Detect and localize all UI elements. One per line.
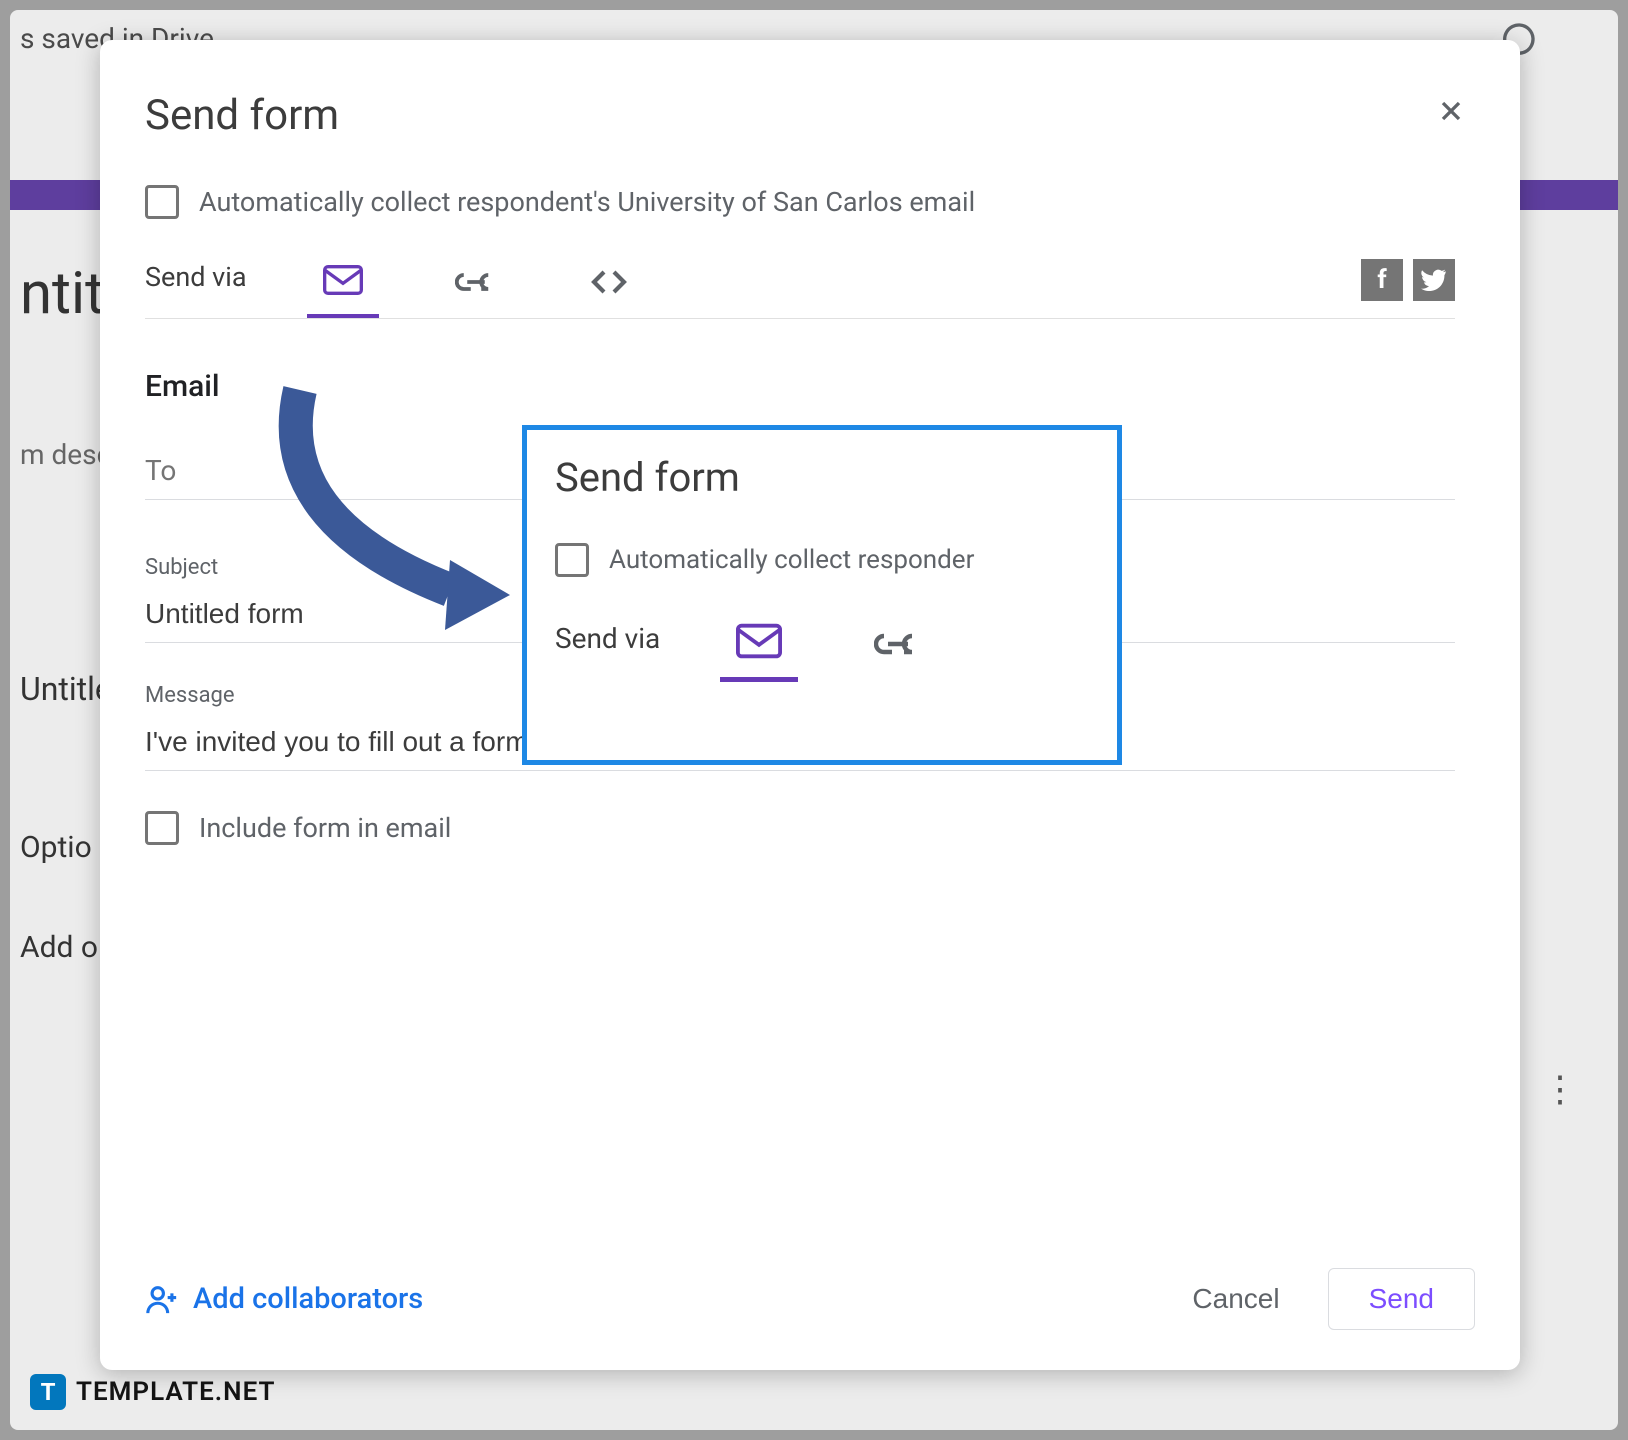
watermark: T TEMPLATE.NET [30,1374,275,1410]
callout-zoom: Send form Automatically collect responde… [522,425,1122,765]
include-form-label: Include form in email [199,812,451,844]
add-collaborators-button[interactable]: Add collaborators [145,1282,423,1316]
callout-checkbox [555,543,589,577]
link-icon [874,631,922,657]
send-button[interactable]: Send [1328,1268,1475,1330]
twitter-icon [1421,269,1447,291]
facebook-button[interactable]: f [1361,259,1403,301]
include-form-row: Include form in email [145,811,1455,845]
social-icons: f [1361,259,1455,313]
bg-add-fragment: Add o [20,930,98,965]
modal-footer: Add collaborators Cancel Send [145,1228,1475,1330]
embed-icon [589,268,629,296]
link-icon [455,270,497,294]
mail-icon [323,264,363,296]
callout-auto-collect-label: Automatically collect responder [609,545,974,575]
cancel-button[interactable]: Cancel [1164,1269,1307,1329]
close-icon [1435,95,1467,127]
callout-tab-email [720,613,798,682]
auto-collect-checkbox[interactable] [145,185,179,219]
watermark-icon: T [30,1374,66,1410]
bg-form-desc-fragment: m desc [20,438,111,471]
include-form-checkbox[interactable] [145,811,179,845]
watermark-text: TEMPLATE.NET [76,1377,275,1407]
add-collaborators-label: Add collaborators [193,1282,423,1316]
modal-header: Send form [145,85,1475,145]
tab-embed[interactable] [573,258,645,314]
callout-auto-collect-row: Automatically collect responder [555,543,1089,577]
close-button[interactable] [1427,85,1475,145]
more-vert-icon: ⋮ [1542,1068,1578,1110]
auto-collect-label: Automatically collect respondent's Unive… [199,186,975,218]
callout-send-via-row: Send via [555,613,1089,682]
modal-title: Send form [145,91,339,140]
callout-tab-link [858,621,938,675]
person-add-icon [145,1284,179,1314]
tab-email[interactable] [307,254,379,318]
bg-option-fragment: Optio [20,830,92,865]
auto-collect-row: Automatically collect respondent's Unive… [145,185,1455,219]
bg-form-title-fragment: ntit [20,260,104,328]
mail-icon [736,623,782,659]
tab-link[interactable] [439,260,513,312]
twitter-button[interactable] [1413,259,1455,301]
send-via-label: Send via [145,261,247,311]
email-section-title: Email [145,369,1455,404]
send-via-tabs: Send via f [145,254,1455,319]
callout-send-via-label: Send via [555,622,660,673]
callout-title: Send form [555,454,1089,501]
bg-untitled-fragment: Untitle [20,670,112,708]
